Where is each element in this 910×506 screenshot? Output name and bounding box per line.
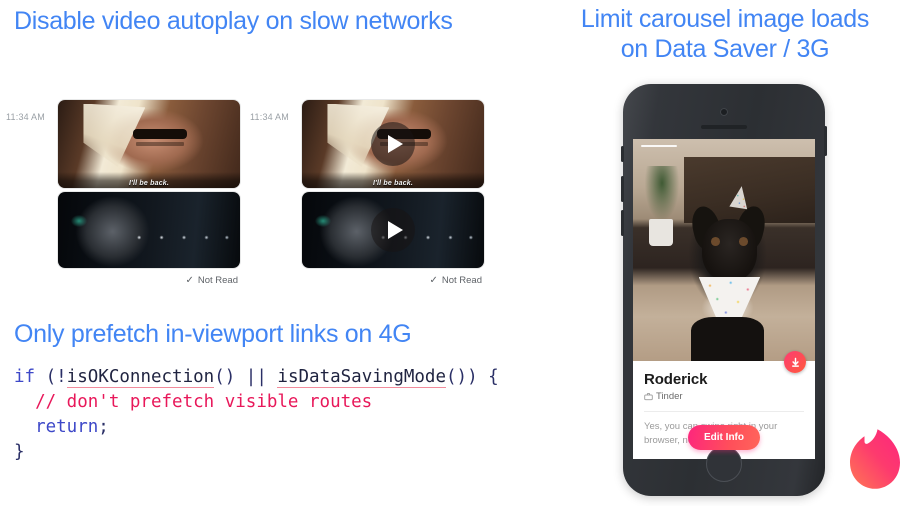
page-title-video-autoplay: Disable video autoplay on slow networks xyxy=(14,7,453,35)
video-caption-bar: I'll be back. xyxy=(302,172,484,188)
profile-photo-dog[interactable] xyxy=(633,139,815,361)
phone-silent-switch xyxy=(621,146,624,162)
profile-subtitle-label: Tinder xyxy=(656,391,683,402)
photo-background-plant xyxy=(643,165,681,224)
phone-home-button[interactable] xyxy=(706,446,742,482)
code-block: if (!isOKConnection() || isDataSavingMod… xyxy=(14,365,499,465)
phone-power-button xyxy=(824,126,827,156)
dog-eye-left xyxy=(711,236,721,246)
video-thumbnail-stack: I'll be back. xyxy=(302,100,484,268)
photo-background-pot xyxy=(649,218,674,246)
code-token-ident: isOKConnection xyxy=(66,367,215,388)
code-line: return; xyxy=(14,415,499,440)
phone-mockup: Roderick Tinder Yes, you can swipe right… xyxy=(621,84,827,496)
page-title-prefetch: Only prefetch in-viewport links on 4G xyxy=(14,320,412,348)
profile-name: Roderick xyxy=(644,371,708,388)
phone-volume-up-button xyxy=(621,176,624,202)
check-icon: ✓ xyxy=(429,275,438,286)
briefcase-icon xyxy=(644,393,653,401)
code-token-punc: () || xyxy=(214,367,278,387)
phone-front-camera xyxy=(720,108,728,116)
video-thumbnail-stack: I'll be back. xyxy=(58,100,240,268)
code-line: } xyxy=(14,440,499,465)
message-read-status: ✓ Not Read xyxy=(250,275,484,286)
page-title-line-2: on Data Saver / 3G xyxy=(620,35,830,63)
chat-row: 11:34 AM I'll be back. xyxy=(6,100,240,268)
edit-info-button[interactable]: Edit Info xyxy=(688,425,760,450)
video-thumbnail-terminator-truck[interactable]: I'll be back. xyxy=(58,100,240,188)
code-token-kw: if xyxy=(14,367,36,387)
page-title-line-1: Limit carousel image loads xyxy=(580,5,870,33)
message-read-status: ✓ Not Read xyxy=(6,275,240,286)
photo-progress-indicator xyxy=(641,145,677,147)
tinder-flame-icon xyxy=(850,429,900,489)
chat-group-autoplay: 11:34 AM I'll be back. ✓ Not Read xyxy=(6,100,240,286)
message-timestamp: 11:34 AM xyxy=(250,112,289,122)
code-token-punc: (! xyxy=(35,367,67,387)
phone-screen: Roderick Tinder Yes, you can swipe right… xyxy=(633,139,815,459)
video-caption-bar: I'll be back. xyxy=(58,172,240,188)
video-frame-image xyxy=(58,192,240,268)
play-icon[interactable] xyxy=(371,122,415,166)
dog-eye-right xyxy=(738,236,748,246)
code-token-punc xyxy=(14,417,35,437)
play-icon[interactable] xyxy=(371,208,415,252)
right-column: Limit carousel image loads on Data Saver… xyxy=(540,0,910,506)
video-thumbnail-terminator-truck[interactable]: I'll be back. xyxy=(302,100,484,188)
phone-earpiece-speaker xyxy=(701,125,747,129)
dog-head xyxy=(702,218,757,282)
message-timestamp: 11:34 AM xyxy=(6,112,45,122)
video-thumbnail-night-drive[interactable] xyxy=(58,192,240,268)
video-caption-text: I'll be back. xyxy=(372,180,414,187)
download-arrow-icon[interactable] xyxy=(784,351,806,373)
phone-volume-down-button xyxy=(621,210,624,236)
code-token-ident: isDataSavingMode xyxy=(277,367,446,388)
dog-body xyxy=(691,316,765,361)
party-hat-confetti xyxy=(733,192,750,211)
page-title-carousel: Limit carousel image loads on Data Saver… xyxy=(540,4,910,64)
check-icon: ✓ xyxy=(185,275,194,286)
read-status-label: Not Read xyxy=(441,275,482,286)
code-line: // don't prefetch visible routes xyxy=(14,390,499,415)
profile-subtitle: Tinder xyxy=(644,391,804,412)
video-caption-text: I'll be back. xyxy=(128,180,170,187)
play-triangle-icon xyxy=(387,135,403,153)
play-triangle-icon xyxy=(387,221,403,239)
code-line: if (!isOKConnection() || isDataSavingMod… xyxy=(14,365,499,390)
left-column: Disable video autoplay on slow networks … xyxy=(0,0,540,506)
code-token-kw: return xyxy=(35,417,99,437)
chat-group-paused: 11:34 AM I'll be back. ✓ Not Read xyxy=(250,100,484,286)
video-thumbnail-night-drive[interactable] xyxy=(302,192,484,268)
chat-row: 11:34 AM I'll be back. xyxy=(250,100,484,268)
code-token-punc: ; xyxy=(98,417,109,437)
code-token-punc: ()) { xyxy=(446,367,499,387)
code-token-punc: } xyxy=(14,442,25,462)
code-token-cmt: // don't prefetch visible routes xyxy=(14,392,373,412)
read-status-label: Not Read xyxy=(197,275,238,286)
